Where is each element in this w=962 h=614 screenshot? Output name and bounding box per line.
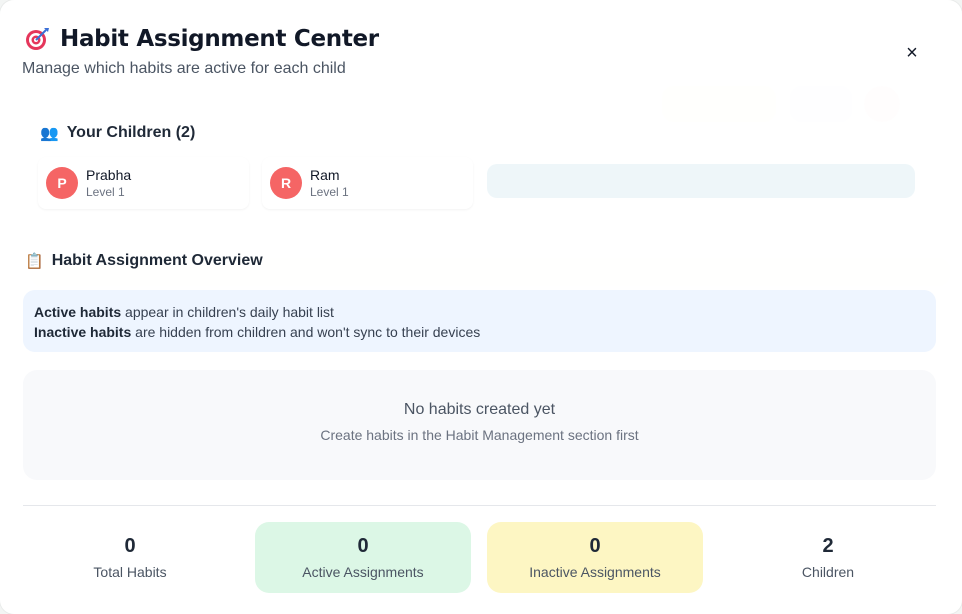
children-heading-label: Your Children (2) <box>66 124 196 141</box>
stat-label: Active Assignments <box>302 564 424 580</box>
empty-state: No habits created yet Create habits in t… <box>23 370 936 480</box>
info-inactive-text: are hidden from children and won't sync … <box>131 324 481 340</box>
stat-active-assignments: 0 Active Assignments <box>255 522 471 593</box>
child-name: Prabha <box>86 167 132 183</box>
children-heading: 👥 Your Children (2) <box>40 124 195 142</box>
modal-title: Habit Assignment Center <box>60 26 379 52</box>
child-card-prabha[interactable]: P Prabha Level 1 <box>38 157 249 209</box>
info-active-text: appear in children's daily habit list <box>121 304 334 320</box>
stat-value: 0 <box>124 535 136 557</box>
habit-assignment-modal: Habit Assignment Center Manage which hab… <box>0 0 962 614</box>
stat-label: Children <box>801 564 855 580</box>
stat-children: 2 Children <box>720 522 936 593</box>
target-icon <box>26 28 49 50</box>
divider <box>23 505 936 506</box>
child-name: Ram <box>310 167 340 183</box>
close-icon: × <box>906 41 918 64</box>
child-level: Level 1 <box>310 185 349 199</box>
background-placeholder-bar <box>487 164 915 198</box>
info-inactive-bold: Inactive habits <box>34 324 132 340</box>
avatar: R <box>270 167 302 199</box>
info-line-active: Active habits appear in children's daily… <box>34 302 925 322</box>
stat-value: 0 <box>589 535 601 557</box>
stat-total-habits: 0 Total Habits <box>22 522 238 593</box>
empty-state-title: No habits created yet <box>403 401 556 418</box>
stat-label: Inactive Assignments <box>529 564 661 580</box>
stat-inactive-assignments: 0 Inactive Assignments <box>487 522 703 593</box>
overview-heading-label: Habit Assignment Overview <box>51 252 263 269</box>
info-active-bold: Active habits <box>34 304 122 320</box>
stat-label: Total Habits <box>93 564 167 580</box>
modal-subtitle: Manage which habits are active for each … <box>22 60 346 77</box>
overview-heading: 📋 Habit Assignment Overview <box>25 252 263 270</box>
child-info: Prabha Level 1 <box>86 166 131 200</box>
child-level: Level 1 <box>86 185 125 199</box>
stat-value: 2 <box>822 535 834 557</box>
people-icon: 👥 <box>40 124 59 142</box>
info-box: Active habits appear in children's daily… <box>23 290 936 352</box>
close-button[interactable]: × <box>898 40 926 66</box>
empty-state-subtitle: Create habits in the Habit Management se… <box>320 427 639 443</box>
info-line-inactive: Inactive habits are hidden from children… <box>34 322 925 342</box>
modal-header: Habit Assignment Center <box>24 26 379 52</box>
avatar: P <box>46 167 78 199</box>
clipboard-icon: 📋 <box>25 252 44 270</box>
child-info: Ram Level 1 <box>310 166 349 200</box>
stat-value: 0 <box>357 535 369 557</box>
child-card-ram[interactable]: R Ram Level 1 <box>262 157 473 209</box>
